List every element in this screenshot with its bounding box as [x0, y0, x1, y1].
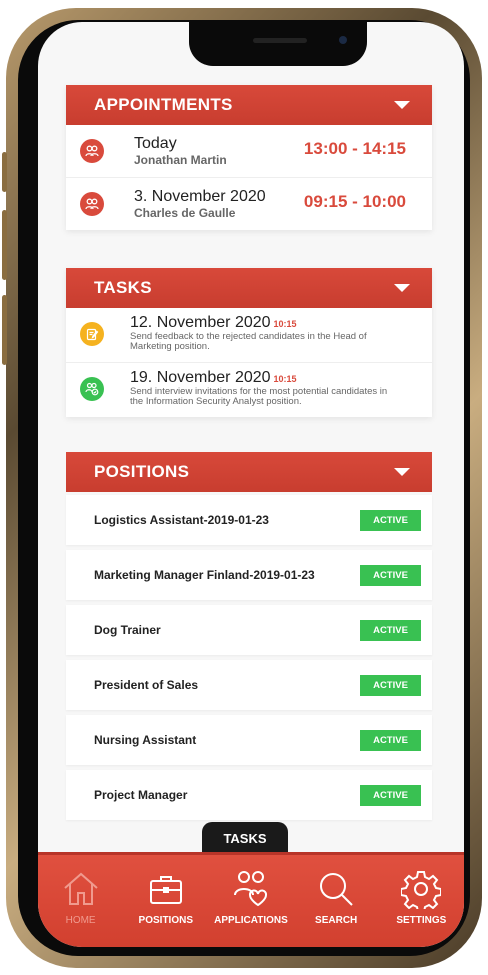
appointment-row[interactable]: 3. November 2020 Charles de Gaulle 09:15…	[66, 178, 432, 230]
position-row[interactable]: Logistics Assistant-2019-01-23 ACTIVE	[66, 495, 432, 545]
nav-settings[interactable]: SETTINGS	[381, 869, 461, 947]
appointment-date: 3. November 2020	[134, 188, 266, 205]
position-name: Marketing Manager Finland-2019-01-23	[94, 568, 315, 582]
app-screen: APPOINTMENTS Today Jonathan Martin 13:00…	[38, 22, 464, 947]
people-icon	[80, 139, 104, 163]
appointment-row[interactable]: Today Jonathan Martin 13:00 - 14:15	[66, 125, 432, 178]
task-row[interactable]: 12. November 2020 10:15 Send feedback to …	[66, 308, 432, 363]
position-name: President of Sales	[94, 678, 199, 692]
volume-up-button	[2, 210, 7, 280]
nav-label: POSITIONS	[138, 915, 193, 926]
mute-switch	[2, 152, 7, 192]
chevron-down-icon[interactable]	[394, 101, 410, 109]
task-date: 12. November 2020	[130, 314, 271, 331]
nav-home[interactable]: HOME	[41, 869, 121, 947]
task-time: 10:15	[273, 319, 297, 329]
status-badge: ACTIVE	[360, 509, 421, 531]
task-row[interactable]: 19. November 2020 10:15 Send interview in…	[66, 363, 432, 417]
status-badge: ACTIVE	[360, 784, 421, 806]
status-badge: ACTIVE	[360, 564, 421, 586]
position-name: Dog Trainer	[94, 623, 161, 637]
tasks-header[interactable]: TASKS	[66, 268, 432, 308]
nav-applications[interactable]: APPLICATIONS	[211, 869, 291, 947]
speaker	[253, 38, 307, 43]
status-badge: ACTIVE	[360, 619, 421, 641]
nav-label: SEARCH	[315, 915, 358, 926]
position-row[interactable]: Marketing Manager Finland-2019-01-23 ACT…	[66, 550, 432, 600]
nav-positions[interactable]: POSITIONS	[126, 869, 206, 947]
people-heart-icon	[233, 871, 267, 907]
position-name: Project Manager	[94, 788, 188, 802]
positions-card: POSITIONS Logistics Assistant-2019-01-23…	[66, 452, 432, 825]
status-badge: ACTIVE	[360, 674, 421, 696]
appointment-person: Charles de Gaulle	[134, 206, 236, 220]
appointment-date: Today	[134, 135, 177, 152]
appointments-title: APPOINTMENTS	[94, 95, 233, 114]
notch	[189, 22, 367, 66]
positions-header[interactable]: POSITIONS	[66, 452, 432, 492]
task-time: 10:15	[273, 374, 297, 384]
briefcase-icon	[149, 876, 182, 904]
bottom-nav: HOME POSITIONS APPLICATIONS SEARCH SETTI…	[38, 852, 464, 947]
appointment-time: 13:00 - 14:15	[303, 139, 406, 158]
front-camera	[339, 36, 347, 44]
volume-down-button	[2, 295, 7, 365]
appointments-card: APPOINTMENTS Today Jonathan Martin 13:00…	[66, 85, 432, 230]
gear-icon	[401, 871, 442, 909]
position-row[interactable]: Nursing Assistant ACTIVE	[66, 715, 432, 765]
appointments-header[interactable]: APPOINTMENTS	[66, 85, 432, 125]
task-description: Send feedback to the rejected candidates…	[130, 331, 367, 352]
home-icon	[63, 872, 98, 905]
task-description: Send interview invitations for the most …	[130, 386, 388, 407]
search-icon	[320, 873, 353, 906]
status-badge: ACTIVE	[360, 729, 421, 751]
position-row[interactable]: Dog Trainer ACTIVE	[66, 605, 432, 655]
people-check-icon	[80, 377, 104, 401]
tasks-card: TASKS 12. November 2020 10:15 Send feedba…	[66, 268, 432, 417]
people-icon	[80, 192, 104, 216]
chevron-down-icon[interactable]	[394, 468, 410, 476]
tasks-title: TASKS	[94, 278, 152, 297]
chevron-down-icon[interactable]	[394, 284, 410, 292]
nav-search[interactable]: SEARCH	[296, 869, 376, 947]
appointment-time: 09:15 - 10:00	[303, 192, 406, 211]
edit-note-icon	[80, 322, 104, 346]
nav-label: SETTINGS	[396, 915, 447, 926]
tasks-tab[interactable]: TASKS	[202, 822, 288, 854]
position-name: Logistics Assistant-2019-01-23	[94, 513, 269, 527]
position-name: Nursing Assistant	[94, 733, 197, 747]
nav-label: HOME	[65, 915, 96, 926]
positions-title: POSITIONS	[94, 462, 190, 481]
appointment-person: Jonathan Martin	[134, 153, 227, 167]
nav-label: APPLICATIONS	[214, 915, 288, 926]
task-date: 19. November 2020	[130, 369, 271, 386]
position-row[interactable]: President of Sales ACTIVE	[66, 660, 432, 710]
position-row[interactable]: Project Manager ACTIVE	[66, 770, 432, 820]
